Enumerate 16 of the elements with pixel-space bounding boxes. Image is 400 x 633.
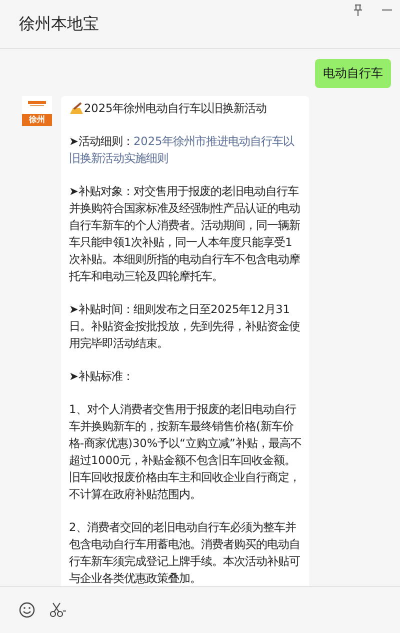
scissors-icon[interactable] — [49, 602, 67, 618]
paragraph: ➤活动细则：2025年徐州市推进电动自行车以旧换新活动实施细则 — [69, 134, 296, 167]
paragraph: 1、对个人消费者交售用于报废的老旧电动自行车并换购新车的，按新车最终销售价格(新车价格-商家优惠)30%予以“立购立减”补贴，最高不超过1000元，补贴金额不包含旧车回收金额。旧车回收报废价格由车主和回收企业自行商定，不计算在政府补贴范围内。 — [69, 402, 302, 503]
paragraph: 2、消费者交回的老旧电动自行车必须为整车并包含电动自行车用蓄电池。消费者购买的电动自行车新车须完成登记上牌手续。本次活动补贴可与企业各类优惠政策叠加。 — [69, 520, 301, 586]
sent-message: 电动自行车 — [315, 59, 391, 88]
avatar[interactable]: 徐州 — [22, 96, 52, 126]
avatar-label: 徐州 — [22, 114, 52, 126]
paragraph: ➤补贴标准： — [69, 369, 134, 385]
minimize-icon[interactable] — [382, 9, 392, 11]
paragraph: ➤补贴时间：细则发布之日至2025年12月31日。补贴资金按批投放，先到先得，补贴资金使用完毕即活动结束。 — [69, 302, 301, 352]
message-title: 2025年徐州电动自行车以旧换新活动 — [84, 101, 267, 117]
logo-icon — [26, 99, 48, 107]
paragraph: ➤补贴对象：对交售用于报废的老旧电动自行车并换购符合国家标准及经强制性产品认证的电动自行车新车的个人消费者。活动期间，同一辆新车只能申领1次补贴，同一人本年度只能享受1次补贴。本细则所指的电动自行车不包含电动摩托车和电动三轮及四轮摩托车。 — [69, 184, 301, 285]
window-title: 徐州本地宝 — [19, 14, 99, 34]
emoji-icon[interactable] — [19, 602, 35, 618]
pin-icon[interactable] — [353, 4, 363, 16]
